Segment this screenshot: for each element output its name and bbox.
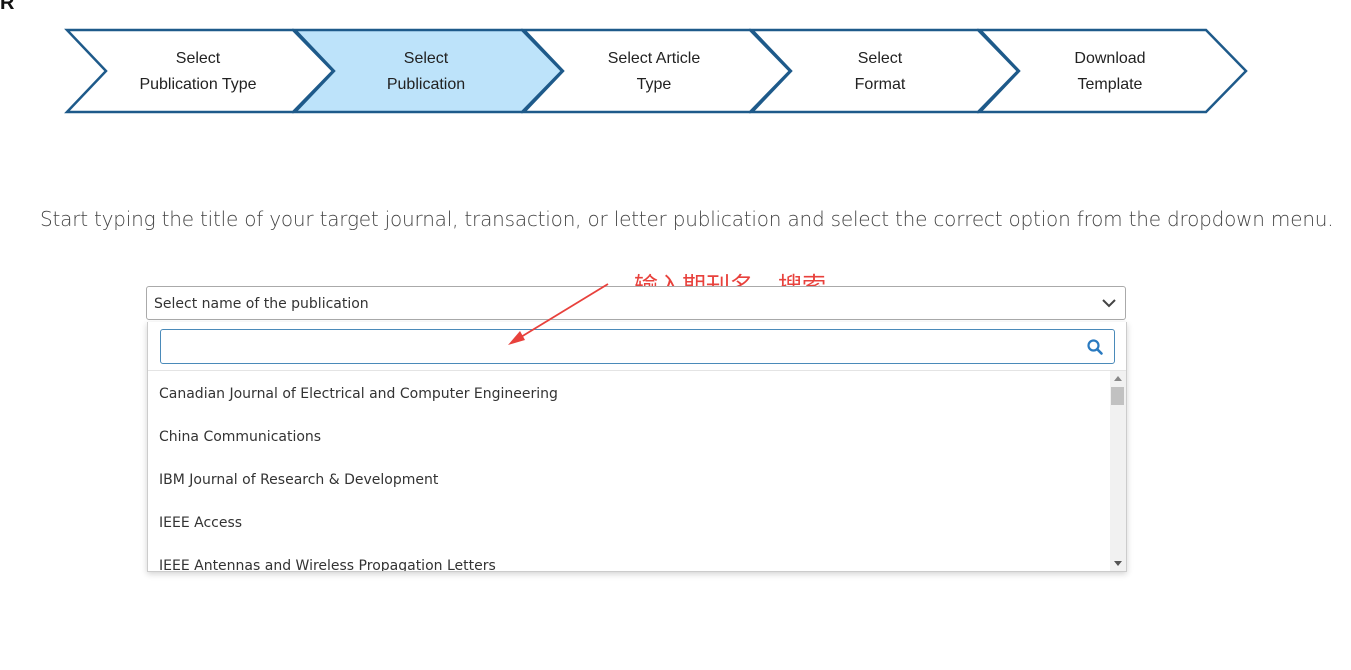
scroll-up-arrow-icon[interactable]	[1114, 376, 1122, 381]
scroll-thumb[interactable]	[1111, 387, 1124, 405]
list-item[interactable]: Canadian Journal of Electrical and Compu…	[159, 386, 558, 402]
scroll-down-arrow-icon[interactable]	[1114, 561, 1122, 566]
publication-dropdown: Canadian Journal of Electrical and Compu…	[147, 322, 1127, 572]
list-item[interactable]: IBM Journal of Research & Development	[159, 472, 438, 488]
search-input[interactable]	[161, 330, 1077, 363]
step-label-line1: Select	[175, 50, 221, 67]
page: R Select Publication Type Select Publica…	[0, 0, 1351, 670]
step-label-line2: Template	[1077, 76, 1143, 93]
step-label-line2: Type	[636, 76, 672, 93]
step-label-line2: Publication	[386, 76, 466, 93]
publication-list: Canadian Journal of Electrical and Compu…	[148, 371, 1110, 571]
step-label-line2: Format	[854, 76, 906, 93]
search-icon[interactable]	[1086, 338, 1104, 356]
chevron-down-icon	[1102, 299, 1116, 308]
list-item[interactable]: IEEE Access	[159, 515, 242, 531]
step-label-line1: Select	[857, 50, 903, 67]
step-select-publication-type[interactable]: Select Publication Type	[120, 30, 276, 114]
step-download-template[interactable]: Download Template	[1032, 30, 1188, 114]
search-box	[160, 329, 1115, 364]
list-item[interactable]: IEEE Antennas and Wireless Propagation L…	[159, 558, 496, 571]
step-label-line2: Publication Type	[139, 76, 257, 93]
instructions-text: Start typing the title of your target jo…	[40, 207, 1334, 231]
publication-select-placeholder: Select name of the publication	[154, 296, 369, 312]
scrollbar[interactable]	[1110, 371, 1126, 571]
publication-select[interactable]: Select name of the publication	[146, 286, 1126, 320]
step-label-line1: Select Article	[607, 50, 701, 67]
step-label-line1: Select	[403, 50, 449, 67]
step-select-format[interactable]: Select Format	[802, 30, 958, 114]
step-label-line1: Download	[1074, 50, 1146, 67]
step-select-publication[interactable]: Select Publication	[348, 30, 504, 114]
step-select-article-type[interactable]: Select Article Type	[576, 30, 732, 114]
list-item[interactable]: China Communications	[159, 429, 321, 445]
